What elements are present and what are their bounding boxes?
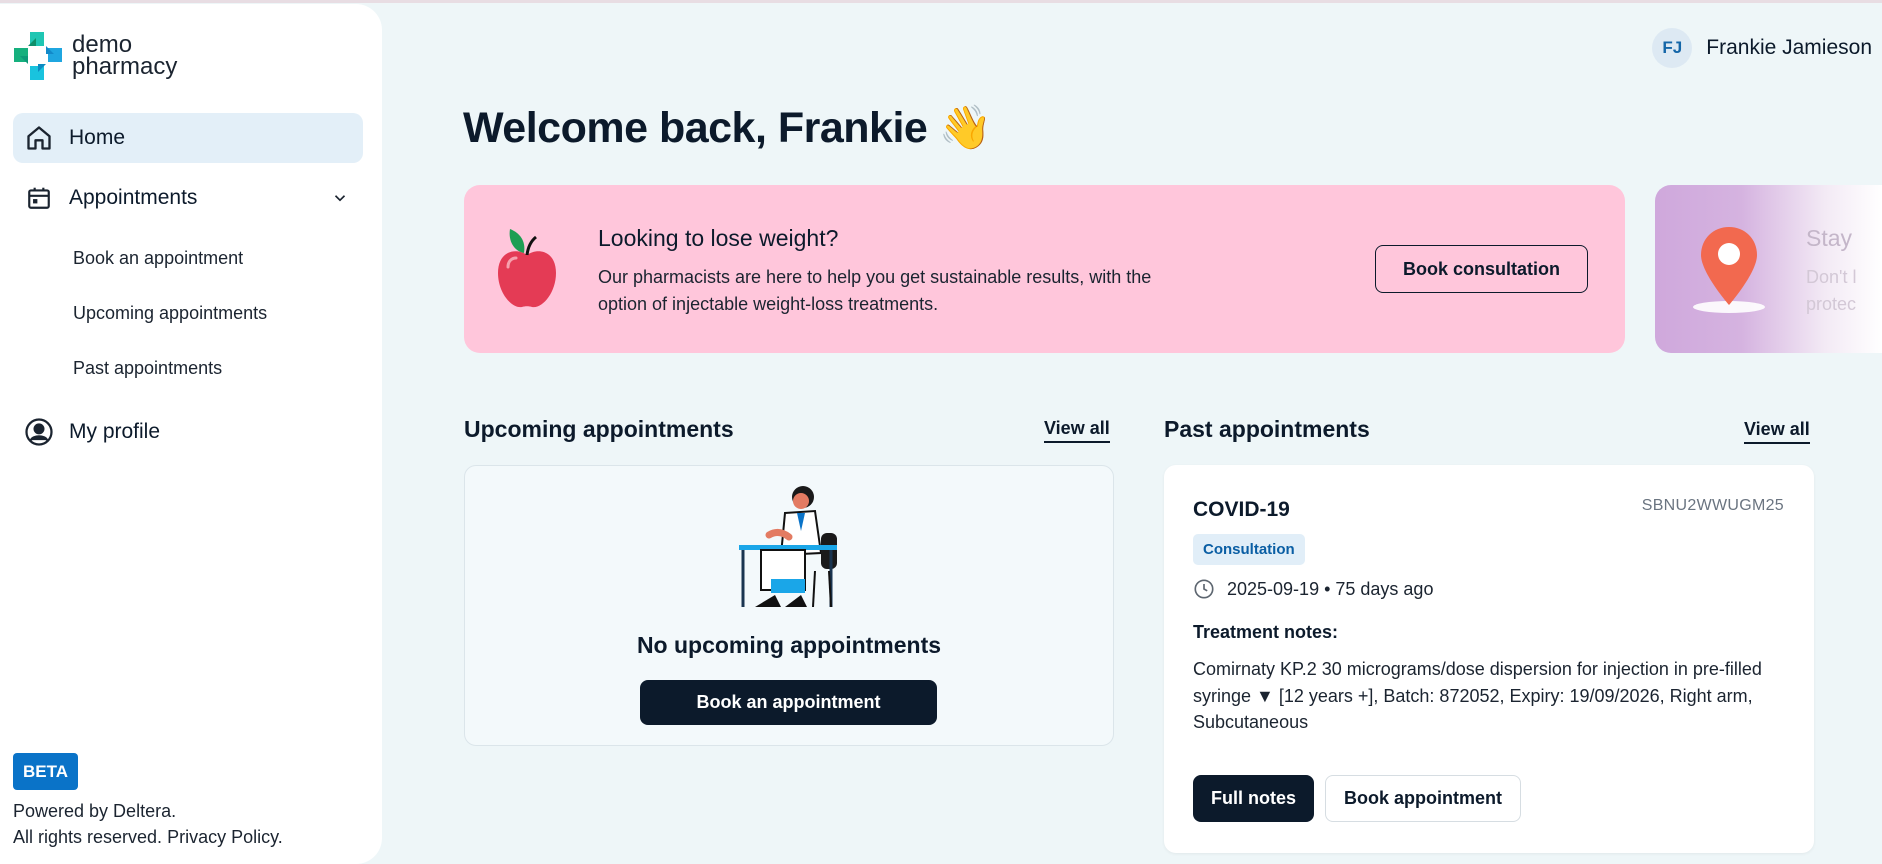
- powered-by-text: Powered by Deltera.: [13, 801, 177, 821]
- apple-icon: [498, 229, 556, 308]
- banner-text: Don't l protec: [1806, 264, 1882, 318]
- sidebar-subitem-book[interactable]: Book an appointment: [73, 248, 243, 269]
- past-section-title: Past appointments: [1164, 416, 1370, 442]
- privacy-policy-link[interactable]: Privacy Policy.: [167, 827, 283, 847]
- treatment-notes-label: Treatment notes:: [1193, 622, 1339, 642]
- user-name: Frankie Jamieson: [1706, 36, 1872, 59]
- pharmacist-at-desk-illustration: [739, 486, 837, 608]
- promo-banner-location: Stay Don't l protec: [1655, 185, 1882, 353]
- home-icon: [23, 122, 55, 154]
- rights-text: All rights reserved.: [13, 827, 163, 847]
- empty-state-title: No upcoming appointments: [636, 632, 942, 658]
- sidebar-subitem-upcoming[interactable]: Upcoming appointments: [73, 303, 267, 324]
- sidebar-item-label: My profile: [69, 420, 161, 443]
- book-appointment-again-button[interactable]: Book appointment: [1325, 775, 1521, 822]
- clock-icon: [1194, 579, 1214, 599]
- sidebar-item-home[interactable]: Home: [13, 113, 363, 163]
- brand-line-2: pharmacy: [72, 53, 178, 80]
- banner-text: Our pharmacists are here to help you get…: [598, 267, 1152, 314]
- appointment-date: 2025-09-19 • 75 days ago: [1227, 578, 1434, 599]
- sidebar-item-appointments[interactable]: Appointments: [13, 173, 363, 223]
- appointment-reference: SBNU2WWUGM25: [1641, 497, 1784, 514]
- past-view-all-link[interactable]: View all: [1744, 419, 1810, 444]
- user-circle-icon: [23, 416, 55, 448]
- appointment-name: COVID-19: [1193, 498, 1290, 521]
- upcoming-section-title: Upcoming appointments: [464, 416, 734, 442]
- beta-badge: BETA: [13, 753, 78, 790]
- brand-logo[interactable]: demo pharmacy: [12, 30, 177, 82]
- location-pin-icon: [1693, 227, 1765, 313]
- banner-text-line-1: Don't l: [1806, 267, 1857, 287]
- upcoming-empty-card: No upcoming appointments Book an appoint…: [464, 465, 1114, 746]
- sidebar-item-profile[interactable]: My profile: [13, 407, 363, 457]
- banner-title: Stay: [1806, 225, 1853, 251]
- brand-name: demo pharmacy: [72, 33, 178, 80]
- sidebar-subitem-past[interactable]: Past appointments: [73, 358, 222, 379]
- book-consultation-button[interactable]: Book consultation: [1375, 245, 1588, 293]
- book-appointment-button[interactable]: Book an appointment: [640, 680, 937, 725]
- upcoming-view-all-link[interactable]: View all: [1044, 418, 1110, 443]
- sidebar: demo pharmacy Home Appointments Book an …: [0, 4, 382, 864]
- top-border: [0, 0, 1882, 3]
- treatment-notes-text: Comirnaty KP.2 30 micrograms/dose disper…: [1193, 659, 1762, 732]
- promo-banner-weight-loss: Looking to lose weight? Our pharmacists …: [464, 185, 1625, 353]
- appointment-date-row: 2025-09-19 • 75 days ago: [1193, 578, 1433, 600]
- calendar-icon: [23, 182, 55, 214]
- banner-title: Looking to lose weight?: [598, 225, 839, 251]
- full-notes-button[interactable]: Full notes: [1193, 775, 1314, 822]
- sidebar-item-label: Home: [69, 126, 126, 149]
- past-appointment-card: COVID-19 SBNU2WWUGM25 Consultation 2025-…: [1164, 465, 1814, 853]
- avatar: FJ: [1652, 28, 1693, 68]
- footer-rights: All rights reserved. Privacy Policy.: [13, 827, 283, 848]
- chevron-down-icon[interactable]: [331, 189, 349, 207]
- status-badge: Consultation: [1193, 534, 1305, 565]
- pharmacy-cross-logo-icon: [14, 32, 62, 80]
- sidebar-item-label: Appointments: [69, 186, 198, 209]
- banner-text-line-2: protec: [1806, 294, 1857, 314]
- page-title: Welcome back, Frankie 👋: [463, 104, 992, 152]
- user-menu[interactable]: FJ Frankie Jamieson: [1652, 28, 1872, 68]
